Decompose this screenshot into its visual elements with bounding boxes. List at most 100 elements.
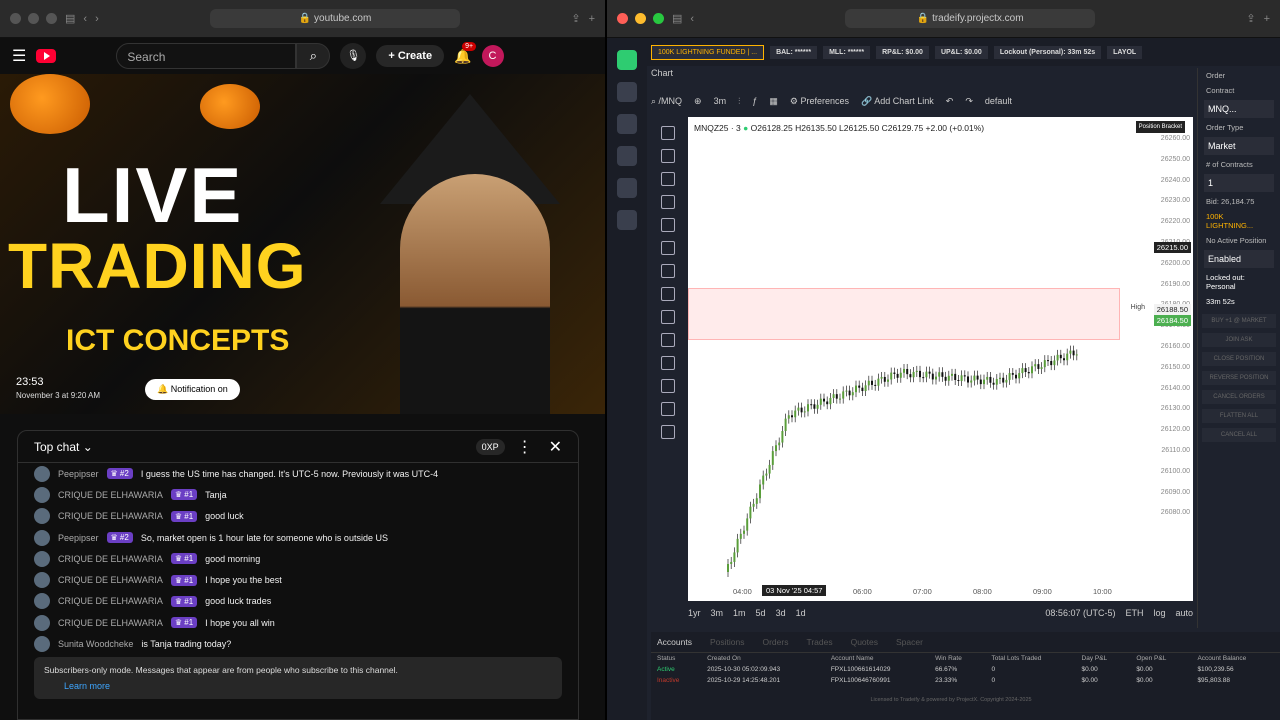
close-light[interactable] — [10, 13, 21, 24]
accounts-tab[interactable]: Trades — [806, 637, 832, 647]
menu-icon[interactable]: ☰ — [12, 46, 26, 66]
account-select[interactable]: 100K LIGHTNING FUNDED | ... — [651, 44, 765, 60]
accounts-tab[interactable]: Positions — [710, 637, 745, 647]
emoji-icon[interactable] — [661, 287, 675, 301]
sidebar-icon[interactable]: ▤ — [672, 12, 682, 25]
settings-nav-icon[interactable] — [617, 178, 637, 198]
chat-title[interactable]: Top chat ⌄ — [34, 440, 476, 454]
default-layout[interactable]: default — [985, 96, 1012, 106]
auto-toggle[interactable]: auto — [1175, 608, 1193, 618]
preferences-button[interactable]: ⚙ Preferences — [790, 96, 849, 107]
chat-message[interactable]: CRIQUE DE ELHAWARIA ♛ #1 I hope you the … — [18, 569, 578, 590]
order-type-select[interactable]: Market — [1204, 137, 1274, 155]
chat-message[interactable]: CRIQUE DE ELHAWARIA ♛ #1 Tanja — [18, 484, 578, 505]
close-light[interactable] — [617, 13, 628, 24]
accounts-tab[interactable]: Accounts — [657, 637, 692, 647]
eth-toggle[interactable]: ETH — [1125, 608, 1143, 618]
magnet-icon[interactable] — [661, 356, 675, 370]
chat-message[interactable]: CRIQUE DE ELHAWARIA ♛ #1 good luck — [18, 506, 578, 527]
chart-type-icon[interactable]: ⫶ — [738, 96, 740, 107]
new-tab-icon[interactable]: + — [589, 13, 595, 25]
minimize-light[interactable] — [28, 13, 39, 24]
left-url[interactable]: youtube.com — [314, 13, 371, 24]
text-icon[interactable] — [661, 264, 675, 278]
minimize-light[interactable] — [635, 13, 646, 24]
column-header[interactable]: Created On — [701, 653, 825, 664]
lock-draw-icon[interactable] — [661, 379, 675, 393]
timeframe-button[interactable]: 3d — [776, 608, 786, 618]
column-header[interactable]: Win Rate — [929, 653, 985, 664]
app-logo-icon[interactable] — [617, 50, 637, 70]
table-row[interactable]: Inactive 2025-10-29 14:25:48.201 FPXL10064… — [651, 675, 1280, 686]
chat-message[interactable]: CRIQUE DE ELHAWARIA ♛ #1 I hope you all … — [18, 612, 578, 633]
timeframe-button[interactable]: 3m — [711, 608, 724, 618]
avatar[interactable]: C — [481, 45, 504, 67]
chat-message[interactable]: CRIQUE DE ELHAWARIA ♛ #1 good morning — [18, 548, 578, 569]
timeframe-button[interactable]: 1d — [796, 608, 806, 618]
undo-icon[interactable]: ↶ — [946, 96, 954, 107]
order-action-button[interactable]: BUY +1 @ MARKET — [1202, 314, 1276, 328]
pattern-icon[interactable] — [661, 195, 675, 209]
trendline-icon[interactable] — [661, 149, 675, 163]
new-tab-icon[interactable]: + — [1264, 13, 1270, 25]
chat-message[interactable]: CRIQUE DE ELHAWARIA ♛ #1 good luck trade… — [18, 591, 578, 612]
back-icon[interactable]: ‹ — [690, 13, 694, 25]
chat-message[interactable]: Peepipser ♛ #2 I guess the US time has c… — [18, 463, 578, 484]
fib-icon[interactable] — [661, 172, 675, 186]
users-nav-icon[interactable] — [617, 114, 637, 134]
cursor-icon[interactable] — [661, 126, 675, 140]
chat-message[interactable]: Peepipser ♛ #2 So, market open is 1 hour… — [18, 527, 578, 548]
accounts-tab[interactable]: Quotes — [851, 637, 878, 647]
back-icon[interactable]: ‹ — [83, 13, 87, 25]
trash-icon[interactable] — [661, 425, 675, 439]
add-chart-link-button[interactable]: 🔗 Add Chart Link — [861, 96, 934, 107]
order-action-button[interactable]: REVERSE POSITION — [1202, 371, 1276, 385]
more-icon[interactable]: ⋮ — [517, 437, 533, 457]
ruler-icon[interactable] — [661, 310, 675, 324]
timeframe-button[interactable]: 1m — [733, 608, 746, 618]
column-header[interactable]: Total Lots Traded — [985, 653, 1075, 664]
mic-icon[interactable]: 🎙 — [340, 43, 367, 69]
layout-select[interactable]: LAYOL — [1107, 45, 1143, 59]
symbol-search[interactable]: ⌕ /MNQ — [651, 96, 682, 107]
account-button[interactable]: 100K LIGHTNING... — [1198, 209, 1280, 233]
brush-icon[interactable] — [661, 241, 675, 255]
chart-nav-icon[interactable] — [617, 82, 637, 102]
bracket-select[interactable]: Enabled — [1204, 250, 1274, 268]
column-header[interactable]: Status — [651, 653, 701, 664]
price-chart[interactable]: MNQZ25 · 3 ● O26128.25 H26135.50 L26125.… — [688, 117, 1193, 601]
layout-grid-icon[interactable]: ▦ — [769, 96, 778, 107]
share-icon[interactable]: ⇪ — [571, 12, 580, 25]
help-nav-icon[interactable] — [617, 210, 637, 230]
xp-badge[interactable]: 0XP — [475, 438, 505, 455]
forward-icon[interactable]: › — [95, 13, 99, 25]
notification-button[interactable]: 🔔 Notification on — [145, 379, 240, 400]
column-header[interactable]: Account Balance — [1191, 653, 1280, 664]
table-row[interactable]: Active 2025-10-30 05:02:09.943 FPXL1006616… — [651, 664, 1280, 675]
add-icon[interactable]: ⊕ — [694, 96, 702, 107]
projection-icon[interactable] — [661, 218, 675, 232]
column-header[interactable]: Open P&L — [1130, 653, 1191, 664]
order-action-button[interactable]: CANCEL ORDERS — [1202, 390, 1276, 404]
learn-more-link[interactable]: Learn more — [64, 681, 552, 691]
redo-icon[interactable]: ↷ — [965, 96, 973, 107]
search-icon[interactable]: ⌕ — [296, 43, 331, 69]
create-button[interactable]: + Create — [376, 45, 445, 67]
accounts-tab[interactable]: Spacer — [896, 637, 923, 647]
order-tab[interactable]: Order — [1198, 68, 1280, 83]
order-action-button[interactable]: CLOSE POSITION — [1202, 352, 1276, 366]
column-header[interactable]: Day P&L — [1076, 653, 1131, 664]
sidebar-icon[interactable]: ▤ — [65, 12, 75, 25]
youtube-logo[interactable] — [36, 49, 57, 63]
zoom-icon[interactable] — [661, 333, 675, 347]
close-chat-icon[interactable]: ✕ — [549, 437, 562, 457]
chart-tab[interactable]: Chart — [651, 68, 673, 78]
interval-select[interactable]: 3m — [714, 96, 727, 106]
analytics-nav-icon[interactable] — [617, 146, 637, 166]
zoom-light[interactable] — [653, 13, 664, 24]
eye-icon[interactable] — [661, 402, 675, 416]
timeframe-button[interactable]: 5d — [756, 608, 766, 618]
order-action-button[interactable]: JOIN ASK — [1202, 333, 1276, 347]
right-url[interactable]: tradeify.projectx.com — [932, 13, 1024, 24]
column-header[interactable]: Account Name — [825, 653, 929, 664]
